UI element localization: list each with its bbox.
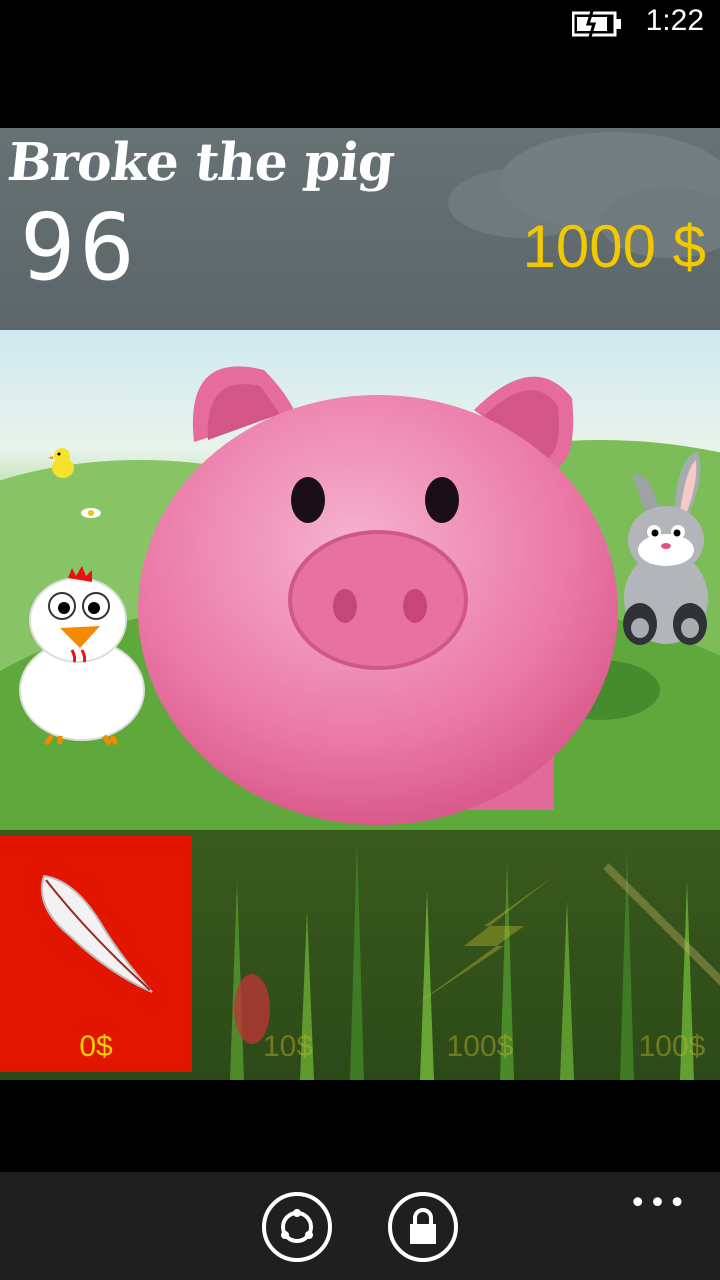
- refresh-icon: [281, 1209, 313, 1243]
- piggy-bank-icon[interactable]: [134, 350, 624, 830]
- status-bar: 1:22: [0, 0, 720, 128]
- price-label: 10$: [262, 1030, 314, 1063]
- game-title: Broke the pig: [4, 132, 397, 193]
- tap-counter: 96: [20, 194, 139, 301]
- daisy-flower-icon: [81, 508, 101, 518]
- shop-bar: 0$ 10$ 100$ 100$: [0, 830, 720, 1080]
- wand-icon: [603, 863, 720, 986]
- price-label: 0$: [79, 1030, 113, 1063]
- rabbit-icon[interactable]: [618, 448, 714, 648]
- battery-charging-icon: [572, 10, 621, 38]
- more-options-button[interactable]: •••: [629, 1186, 688, 1221]
- money-balance: 1000 $: [522, 213, 706, 280]
- game-scene: [0, 330, 720, 830]
- lock-icon: [410, 1208, 436, 1244]
- shop-item-lightning[interactable]: 100$: [384, 836, 576, 1072]
- price-label: 100$: [638, 1030, 706, 1063]
- price-label: 100$: [446, 1030, 514, 1063]
- game-header: Broke the pig 96 1000 $: [0, 128, 720, 330]
- refresh-button[interactable]: [262, 1192, 332, 1262]
- shop-item-feather[interactable]: 0$: [0, 836, 192, 1072]
- feather-icon: [40, 874, 153, 993]
- shop-item-easter-egg[interactable]: 10$: [192, 836, 384, 1072]
- shop-item-wand[interactable]: 100$: [576, 836, 720, 1072]
- chick-icon[interactable]: [48, 446, 78, 480]
- lightning-icon: [414, 876, 554, 1006]
- clock: 1:22: [645, 4, 704, 37]
- chicken-icon[interactable]: [16, 566, 150, 746]
- app-bar: •••: [0, 1172, 720, 1280]
- lock-button[interactable]: [388, 1192, 458, 1262]
